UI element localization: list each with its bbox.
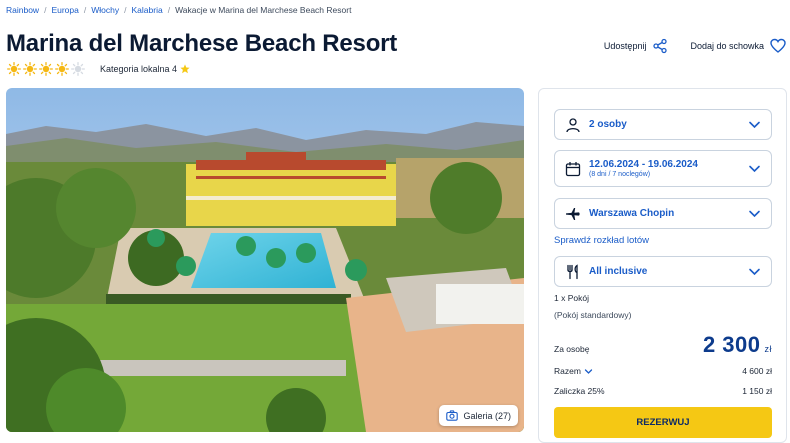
deposit-value: 1 150 zł: [742, 386, 772, 396]
person-icon: [566, 117, 580, 132]
airport-select[interactable]: Warszawa Chopin: [554, 198, 772, 229]
dates-range: 12.06.2024 - 19.06.2024: [589, 159, 698, 170]
deposit-row: Zaliczka 25% 1 150 zł: [554, 386, 772, 396]
total-value: 4 600 zł: [742, 366, 772, 376]
sun-rating: [7, 62, 85, 76]
breadcrumb-link-wlochy[interactable]: Włochy: [91, 5, 119, 15]
camera-icon: [446, 410, 459, 421]
price-currency: zł: [764, 344, 772, 354]
gallery-button[interactable]: Galeria (27): [439, 405, 518, 426]
calendar-icon: [565, 161, 581, 176]
total-row: Razem 4 600 zł: [554, 366, 772, 376]
per-person-price: 2 300 zł: [703, 332, 772, 358]
breadcrumb-link-rainbow[interactable]: Rainbow: [6, 5, 39, 15]
breadcrumb: Rainbow / Europa / Włochy / Kalabria / Wakacje w…: [6, 5, 351, 15]
breadcrumb-separator: /: [167, 5, 171, 15]
favorite-label: Dodaj do schowka: [690, 41, 764, 51]
breadcrumb-current: Wakacje w Marina del Marchese Beach Reso…: [175, 5, 352, 15]
cutlery-icon: [567, 263, 578, 279]
board-select[interactable]: All inclusive: [554, 256, 772, 287]
local-category: Kategoria lokalna 4: [100, 64, 190, 74]
gallery-label: Galeria (27): [463, 410, 511, 421]
star-icon: [180, 64, 190, 74]
booking-panel: 2 osoby 12.06.2024 - 19.06.2024 (8 dni /…: [538, 88, 787, 443]
heart-icon: [770, 38, 786, 53]
chevron-down-icon: [749, 165, 760, 173]
per-person-label: Za osobę: [554, 344, 590, 354]
chevron-down-icon: [749, 268, 760, 276]
breadcrumb-link-kalabria[interactable]: Kalabria: [132, 5, 163, 15]
book-button[interactable]: REZERWUJ: [554, 407, 772, 438]
chevron-down-icon: [584, 368, 593, 374]
deposit-label: Zaliczka 25%: [554, 386, 605, 396]
persons-value: 2 osoby: [589, 119, 627, 130]
share-label: Udostępnij: [603, 41, 647, 51]
per-person-row: Za osobę 2 300 zł: [554, 332, 772, 358]
add-to-favorites-button[interactable]: Dodaj do schowka: [690, 38, 786, 54]
local-category-label: Kategoria lokalna 4: [100, 64, 178, 74]
plane-icon: [566, 207, 580, 220]
persons-select[interactable]: 2 osoby: [554, 109, 772, 140]
sun-icon-filled: [23, 62, 37, 76]
hotel-title: Marina del Marchese Beach Resort: [6, 30, 398, 57]
share-button[interactable]: Udostępnij: [604, 38, 669, 54]
total-label: Razem: [554, 366, 581, 376]
board-value: All inclusive: [589, 266, 648, 277]
room-type: (Pokój standardowy): [554, 310, 632, 320]
header-actions: Udostępnij Dodaj do schowka: [604, 38, 786, 54]
sun-icon-empty: [71, 62, 85, 76]
chevron-down-icon: [749, 121, 760, 129]
total-toggle[interactable]: Razem: [554, 366, 593, 376]
price-value: 2 300: [702, 332, 761, 357]
resort-photo-illustration: [6, 88, 524, 432]
breadcrumb-separator: /: [44, 5, 47, 15]
airport-value: Warszawa Chopin: [589, 208, 675, 219]
dates-value: 12.06.2024 - 19.06.2024 (8 dni / 7 nocle…: [589, 159, 748, 178]
sun-icon-filled: [39, 62, 53, 76]
flight-schedule-link[interactable]: Sprawdź rozkład lotów: [554, 235, 649, 246]
dates-duration: (8 dni / 7 noclegów): [589, 171, 651, 178]
share-icon: [653, 38, 668, 54]
room-count: 1 x Pokój: [554, 293, 589, 303]
breadcrumb-link-europa[interactable]: Europa: [51, 5, 78, 15]
breadcrumb-separator: /: [83, 5, 87, 15]
dates-select[interactable]: 12.06.2024 - 19.06.2024 (8 dni / 7 nocle…: [554, 150, 772, 187]
breadcrumb-separator: /: [124, 5, 127, 15]
sun-icon-filled: [55, 62, 69, 76]
sun-icon-filled: [7, 62, 21, 76]
chevron-down-icon: [749, 210, 760, 218]
hotel-photo[interactable]: Galeria (27): [6, 88, 524, 432]
